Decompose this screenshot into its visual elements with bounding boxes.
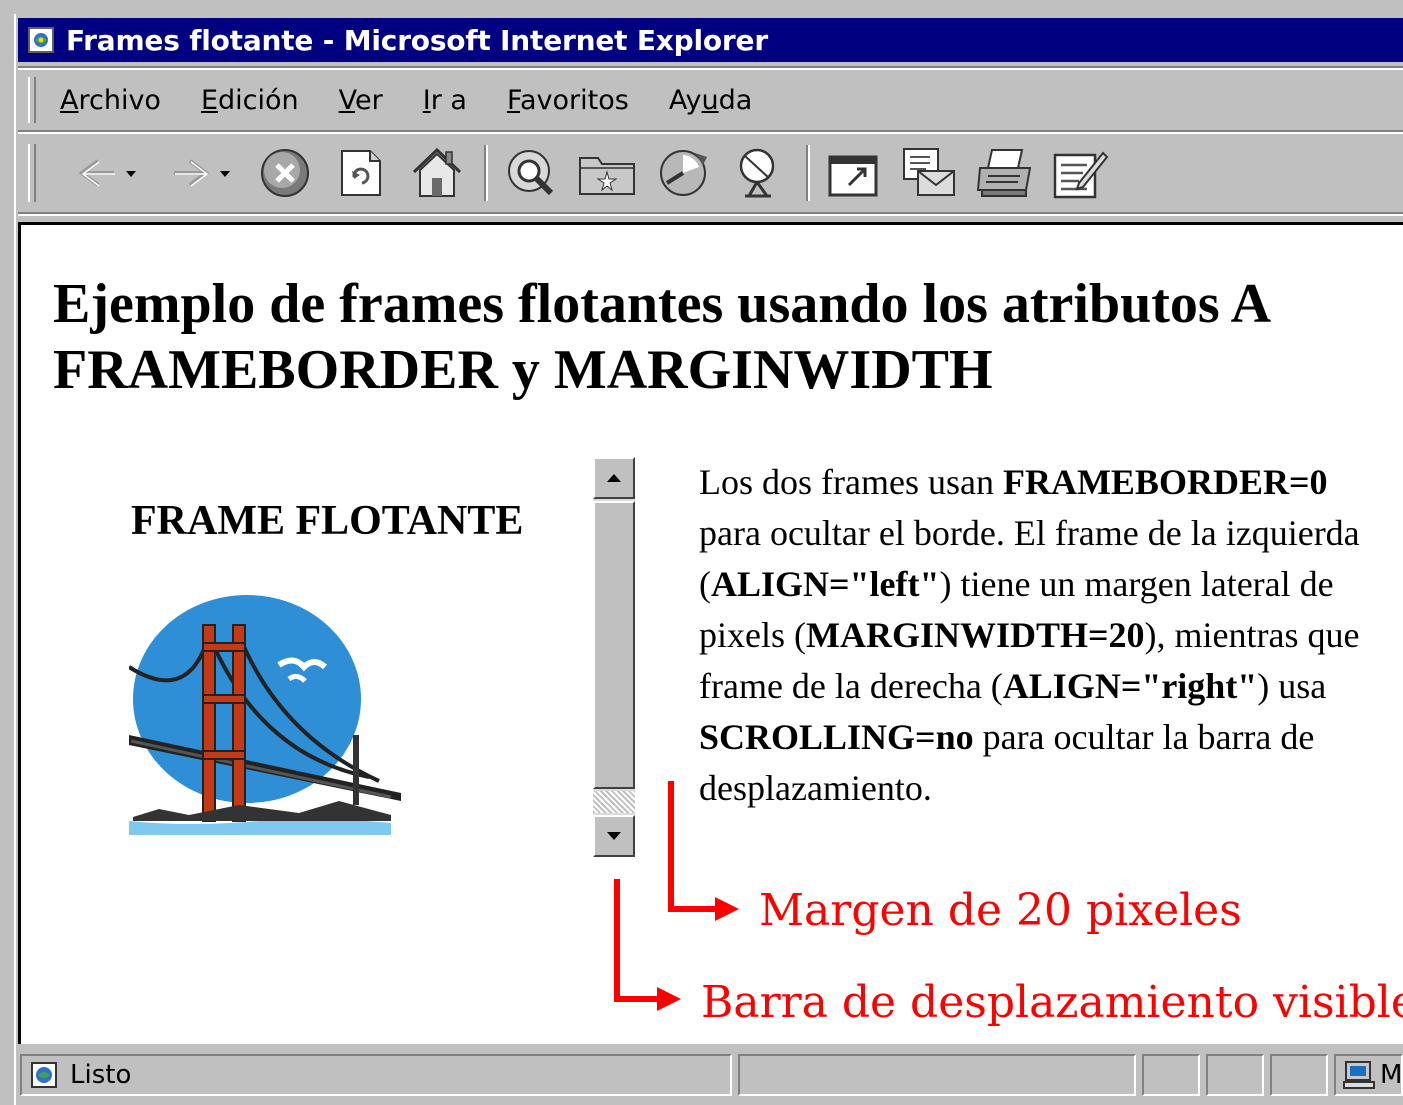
- window-title: Frames flotante - Microsoft Internet Exp…: [66, 23, 768, 57]
- status-pane-a: [1142, 1054, 1200, 1096]
- scroll-track[interactable]: [593, 791, 635, 813]
- page-status-icon: [31, 1062, 57, 1088]
- mail-button[interactable]: [898, 142, 960, 204]
- page-heading-line-1: Ejemplo de frames flotantes usando los a…: [53, 273, 1272, 335]
- status-pane-b: [1206, 1054, 1264, 1096]
- status-pane-c: [1270, 1054, 1328, 1096]
- edit-button[interactable]: [1050, 142, 1112, 204]
- scroll-down-button[interactable]: [593, 815, 635, 857]
- home-button[interactable]: [406, 142, 468, 204]
- status-text: Listo: [70, 1060, 132, 1090]
- page-heading: Ejemplo de frames flotantes usando los a…: [53, 271, 1403, 403]
- toolbar-grip[interactable]: [28, 144, 36, 202]
- status-pane-zone: M: [1334, 1054, 1403, 1096]
- menu-ir-a[interactable]: Ir a: [423, 85, 467, 116]
- divider: [18, 66, 1403, 70]
- divider: [18, 212, 1403, 216]
- arrow-up-icon: [607, 474, 621, 482]
- scroll-up-button[interactable]: [593, 457, 635, 499]
- history-icon: [660, 150, 707, 196]
- status-pane-main: Listo: [20, 1054, 732, 1096]
- menubar-grip[interactable]: [28, 77, 36, 123]
- menu-edicion[interactable]: Edición: [201, 85, 299, 116]
- menu-favoritos[interactable]: Favoritos: [507, 85, 629, 116]
- search-icon: [508, 150, 554, 196]
- scroll-thumb[interactable]: [593, 501, 635, 789]
- back-icon: [78, 159, 136, 187]
- menu-bar: Archivo Edición Ver Ir a Favoritos Ayuda: [18, 72, 1403, 128]
- status-pane-progress: [738, 1054, 1136, 1096]
- back-button[interactable]: [66, 142, 146, 204]
- refresh-button[interactable]: [330, 142, 392, 204]
- print-icon: [976, 149, 1032, 197]
- edit-icon: [1053, 151, 1109, 199]
- divider: [18, 130, 1403, 134]
- print-button[interactable]: [974, 142, 1036, 204]
- toolbar: [18, 136, 1403, 210]
- mail-icon: [903, 148, 955, 196]
- menu-ver[interactable]: Ver: [339, 85, 383, 116]
- page-heading-line-2: FRAMEBORDER y MARGINWIDTH: [53, 339, 993, 401]
- page-content: Ejemplo de frames flotantes usando los a…: [18, 222, 1403, 1044]
- forward-button[interactable]: [160, 142, 240, 204]
- history-button[interactable]: [652, 142, 714, 204]
- fullscreen-button[interactable]: [822, 142, 884, 204]
- scrollbar-arrow: [614, 879, 681, 1011]
- browser-window: Frames flotante - Microsoft Internet Exp…: [0, 0, 1403, 1105]
- arrow-down-icon: [607, 832, 621, 840]
- left-floating-frame: FRAME FLOTANTE: [107, 453, 637, 873]
- status-bar: Listo M: [18, 1050, 1403, 1100]
- margin-annotation: Margen de 20 pixeles: [759, 885, 1242, 936]
- toolbar-separator: [806, 145, 810, 201]
- channels-button[interactable]: [728, 142, 790, 204]
- channels-icon: [739, 148, 775, 198]
- golden-gate-bridge-image: [129, 595, 401, 835]
- home-icon: [412, 147, 462, 197]
- window-edge: [14, 14, 16, 1105]
- frame-scrollbar[interactable]: [593, 457, 635, 857]
- title-bar[interactable]: Frames flotante - Microsoft Internet Exp…: [18, 18, 1403, 62]
- ie-app-icon[interactable]: [28, 27, 54, 53]
- menu-archivo[interactable]: Archivo: [60, 85, 161, 116]
- zone-text: M: [1380, 1060, 1403, 1090]
- stop-button[interactable]: [254, 142, 316, 204]
- favorites-button[interactable]: [576, 142, 638, 204]
- scrollbar-annotation: Barra de desplazamiento visible: [701, 977, 1403, 1028]
- menu-ayuda[interactable]: Ayuda: [669, 85, 752, 116]
- refresh-icon: [341, 150, 381, 196]
- forward-icon: [174, 159, 230, 187]
- toolbar-separator: [484, 145, 488, 201]
- search-button[interactable]: [500, 142, 562, 204]
- left-frame-title: FRAME FLOTANTE: [131, 498, 524, 544]
- computer-zone-icon: [1343, 1061, 1375, 1089]
- favorites-icon: [579, 157, 635, 195]
- fullscreen-icon: [828, 155, 878, 197]
- right-frame-text: Los dos frames usan FRAMEBORDER=0 para o…: [699, 462, 1360, 808]
- stop-icon: [261, 149, 309, 197]
